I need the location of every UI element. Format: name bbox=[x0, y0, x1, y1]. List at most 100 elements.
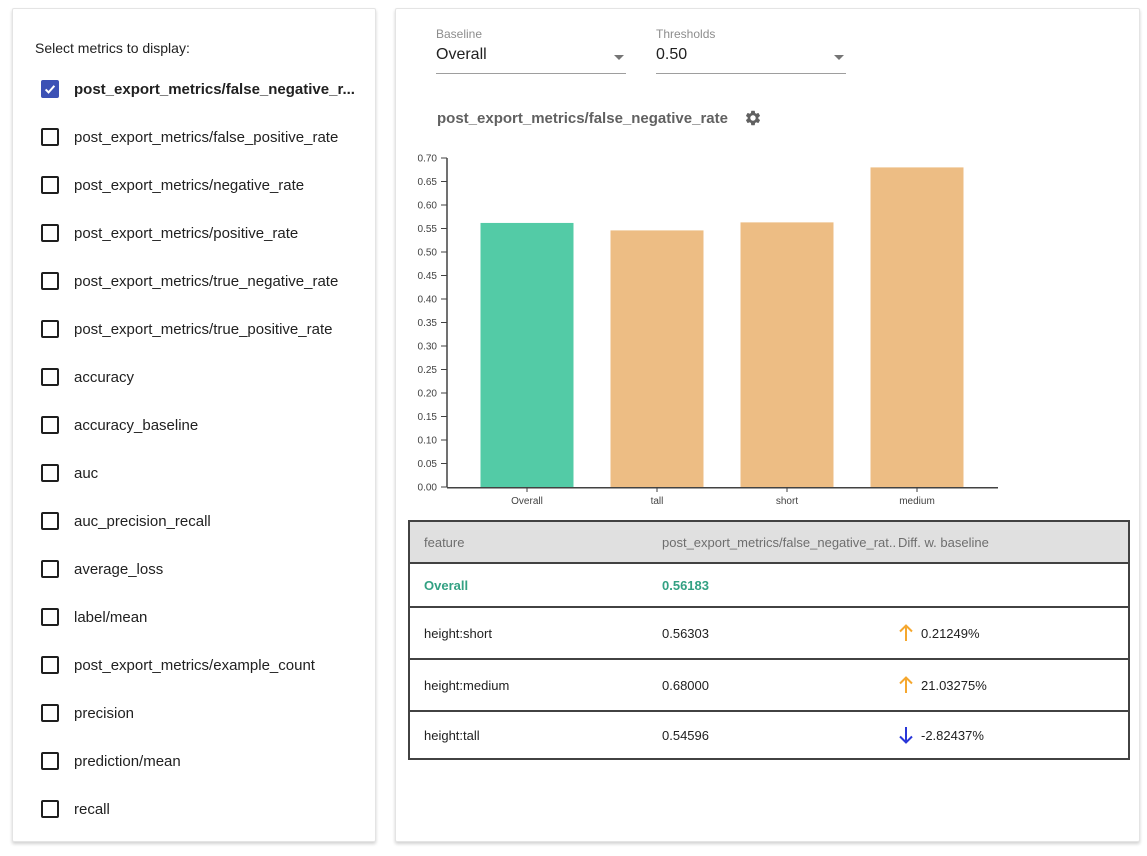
checkbox-icon[interactable] bbox=[41, 512, 59, 530]
metric-label: post_export_metrics/false_negative_r... bbox=[74, 81, 355, 98]
results-table: feature post_export_metrics/false_negati… bbox=[408, 520, 1130, 760]
diff-value: 21.03275% bbox=[921, 678, 987, 693]
metric-label: post_export_metrics/false_positive_rate bbox=[74, 129, 338, 146]
metric-display-panel: Baseline Overall Thresholds 0.50 post_ex… bbox=[395, 8, 1140, 842]
diff-value: 0.21249% bbox=[921, 626, 980, 641]
column-header-metric: post_export_metrics/false_negative_rat..… bbox=[660, 535, 896, 550]
bar-chart-container: 0.000.050.100.150.200.250.300.350.400.45… bbox=[396, 149, 1016, 513]
checkbox-icon[interactable] bbox=[41, 128, 59, 146]
checkbox-icon[interactable] bbox=[41, 224, 59, 242]
checkbox-icon[interactable] bbox=[41, 800, 59, 818]
svg-text:tall: tall bbox=[651, 496, 664, 507]
up-arrow-icon bbox=[898, 623, 914, 643]
table-row-height-medium: height:medium 0.68000 21.03275% bbox=[410, 658, 1128, 710]
svg-text:0.40: 0.40 bbox=[418, 295, 438, 306]
feature-cell: height:short bbox=[410, 626, 660, 641]
sidebar-item-auc[interactable]: auc bbox=[35, 449, 365, 497]
metric-label: prediction/mean bbox=[74, 753, 181, 770]
metric-label: auc bbox=[74, 465, 98, 482]
svg-text:0.30: 0.30 bbox=[418, 342, 438, 353]
up-arrow-icon bbox=[898, 675, 914, 695]
metric-label: post_export_metrics/positive_rate bbox=[74, 225, 298, 242]
svg-text:0.60: 0.60 bbox=[418, 201, 438, 212]
svg-text:0.65: 0.65 bbox=[418, 177, 438, 188]
gear-icon[interactable] bbox=[744, 109, 762, 127]
metric-label: post_export_metrics/example_count bbox=[74, 657, 315, 674]
sidebar-item-precision[interactable]: precision bbox=[35, 689, 365, 737]
metric-label: post_export_metrics/negative_rate bbox=[74, 177, 304, 194]
sidebar-item-positive-rate[interactable]: post_export_metrics/positive_rate bbox=[35, 209, 365, 257]
metric-picker-title: Select metrics to display: bbox=[35, 40, 190, 56]
sidebar-item-negative-rate[interactable]: post_export_metrics/negative_rate bbox=[35, 161, 365, 209]
sidebar-item-true-negative-rate[interactable]: post_export_metrics/true_negative_rate bbox=[35, 257, 365, 305]
diff-value: -2.82437% bbox=[921, 728, 984, 743]
diff-cell: 0.21249% bbox=[896, 623, 1128, 643]
value-cell: 0.56183 bbox=[660, 578, 896, 593]
metric-label: accuracy_baseline bbox=[74, 417, 198, 434]
chevron-down-icon bbox=[834, 55, 844, 60]
baseline-label: Baseline bbox=[436, 27, 626, 42]
thresholds-label: Thresholds bbox=[656, 27, 846, 42]
metric-label: post_export_metrics/true_positive_rate bbox=[74, 321, 332, 338]
checkbox-checked-icon[interactable] bbox=[41, 80, 59, 98]
checkbox-icon[interactable] bbox=[41, 752, 59, 770]
checkbox-icon[interactable] bbox=[41, 464, 59, 482]
sidebar-item-recall[interactable]: recall bbox=[35, 785, 365, 833]
metric-label: average_loss bbox=[74, 561, 163, 578]
sidebar-item-false-positive-rate[interactable]: post_export_metrics/false_positive_rate bbox=[35, 113, 365, 161]
value-cell: 0.54596 bbox=[660, 728, 896, 743]
sidebar-item-auc-precision-recall[interactable]: auc_precision_recall bbox=[35, 497, 365, 545]
thresholds-select[interactable]: Thresholds 0.50 bbox=[656, 27, 846, 74]
table-row-height-short: height:short 0.56303 0.21249% bbox=[410, 606, 1128, 658]
metric-bar-chart: 0.000.050.100.150.200.250.300.350.400.45… bbox=[396, 149, 1016, 513]
checkbox-icon[interactable] bbox=[41, 176, 59, 194]
svg-text:0.05: 0.05 bbox=[418, 459, 438, 470]
sidebar-item-accuracy[interactable]: accuracy bbox=[35, 353, 365, 401]
sidebar-item-example-count[interactable]: post_export_metrics/example_count bbox=[35, 641, 365, 689]
metric-label: accuracy bbox=[74, 369, 134, 386]
sidebar-item-true-positive-rate[interactable]: post_export_metrics/true_positive_rate bbox=[35, 305, 365, 353]
checkbox-icon[interactable] bbox=[41, 560, 59, 578]
thresholds-value: 0.50 bbox=[656, 46, 687, 63]
sidebar-item-label-mean[interactable]: label/mean bbox=[35, 593, 365, 641]
feature-cell: Overall bbox=[410, 578, 660, 593]
svg-text:Overall: Overall bbox=[511, 496, 543, 507]
checkbox-icon[interactable] bbox=[41, 416, 59, 434]
sidebar-item-accuracy-baseline[interactable]: accuracy_baseline bbox=[35, 401, 365, 449]
checkbox-icon[interactable] bbox=[41, 704, 59, 722]
svg-text:0.25: 0.25 bbox=[418, 365, 438, 376]
diff-cell: 21.03275% bbox=[896, 675, 1128, 695]
svg-text:0.55: 0.55 bbox=[418, 224, 438, 235]
svg-text:0.35: 0.35 bbox=[418, 318, 438, 329]
sidebar-item-false-negative-rate[interactable]: post_export_metrics/false_negative_r... bbox=[35, 65, 365, 113]
baseline-value: Overall bbox=[436, 46, 487, 63]
checkbox-icon[interactable] bbox=[41, 272, 59, 290]
checkbox-icon[interactable] bbox=[41, 656, 59, 674]
svg-text:0.10: 0.10 bbox=[418, 436, 438, 447]
down-arrow-icon bbox=[898, 725, 914, 745]
checkbox-icon[interactable] bbox=[41, 320, 59, 338]
feature-cell: height:tall bbox=[410, 728, 660, 743]
svg-text:0.50: 0.50 bbox=[418, 248, 438, 259]
diff-cell: -2.82437% bbox=[896, 725, 1128, 745]
svg-text:0.45: 0.45 bbox=[418, 271, 438, 282]
checkbox-icon[interactable] bbox=[41, 608, 59, 626]
chart-title: post_export_metrics/false_negative_rate bbox=[437, 110, 728, 127]
svg-text:0.20: 0.20 bbox=[418, 389, 438, 400]
svg-text:0.00: 0.00 bbox=[418, 483, 438, 494]
value-cell: 0.56303 bbox=[660, 626, 896, 641]
metric-label: auc_precision_recall bbox=[74, 513, 211, 530]
sidebar-item-average-loss[interactable]: average_loss bbox=[35, 545, 365, 593]
column-header-feature: feature bbox=[410, 535, 660, 550]
table-row-overall: Overall 0.56183 bbox=[410, 562, 1128, 606]
metric-list: post_export_metrics/false_negative_r... … bbox=[35, 65, 365, 833]
svg-text:medium: medium bbox=[899, 496, 935, 507]
metric-label: post_export_metrics/true_negative_rate bbox=[74, 273, 338, 290]
column-header-diff: Diff. w. baseline bbox=[896, 535, 1128, 550]
table-row-height-tall: height:tall 0.54596 -2.82437% bbox=[410, 710, 1128, 758]
feature-cell: height:medium bbox=[410, 678, 660, 693]
checkbox-icon[interactable] bbox=[41, 368, 59, 386]
sidebar-item-prediction-mean[interactable]: prediction/mean bbox=[35, 737, 365, 785]
table-header-row: feature post_export_metrics/false_negati… bbox=[410, 522, 1128, 562]
baseline-select[interactable]: Baseline Overall bbox=[436, 27, 626, 74]
